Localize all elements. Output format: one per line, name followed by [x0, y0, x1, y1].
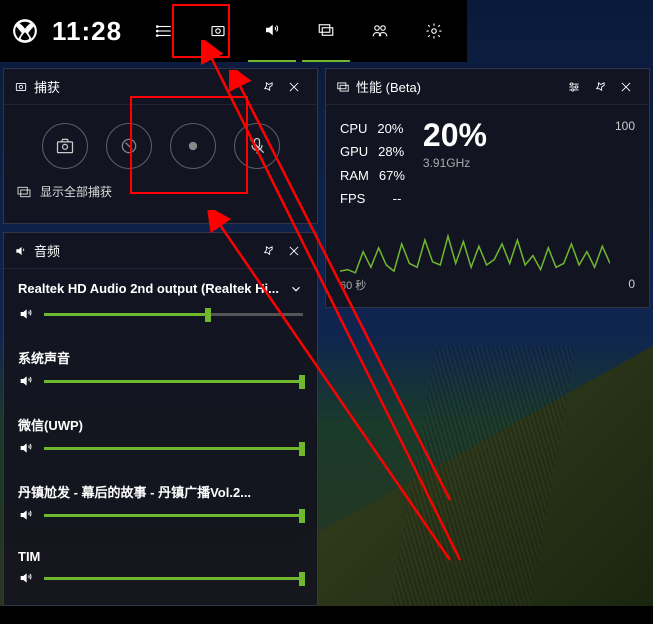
close-button[interactable]	[281, 238, 307, 264]
app-name: 系统声音	[18, 348, 303, 367]
mic-toggle-button[interactable]	[234, 123, 280, 169]
capture-icon	[14, 80, 28, 94]
app-name: 丹镇尬发 - 幕后的故事 - 丹镇广播Vol.2...	[18, 482, 303, 501]
perf-freq: 3.91GHz	[423, 156, 487, 170]
audio-icon	[14, 244, 28, 258]
output-device-selector[interactable]: Realtek HD Audio 2nd output (Realtek Hi.…	[18, 281, 303, 296]
speaker-icon	[18, 570, 34, 586]
performance-icon	[336, 80, 350, 94]
performance-widget-button[interactable]	[302, 0, 350, 62]
screenshot-button[interactable]	[42, 123, 88, 169]
chart-y-min: 0	[628, 277, 635, 291]
capture-title: 捕获	[34, 77, 255, 96]
performance-widget: 性能 (Beta) CPU20% GPU28% RAM67% FPS-- 20%…	[325, 68, 650, 308]
capture-widget-button[interactable]	[194, 0, 242, 62]
perf-main-value: 20%	[423, 117, 487, 154]
audio-title: 音频	[34, 241, 255, 260]
xbox-logo-icon	[12, 18, 38, 44]
app-volume-slider[interactable]	[18, 373, 303, 389]
perf-chart	[340, 201, 610, 279]
speaker-icon	[18, 507, 34, 523]
app-volume-slider[interactable]	[18, 570, 303, 586]
capture-widget: 捕获 显示全部捕获	[3, 68, 318, 224]
clock: 11:28	[52, 16, 122, 47]
xbox-social-button[interactable]	[356, 0, 404, 62]
close-button[interactable]	[613, 74, 639, 100]
record-last-button[interactable]	[106, 123, 152, 169]
pin-button[interactable]	[587, 74, 613, 100]
record-button[interactable]	[170, 123, 216, 169]
perf-stats: CPU20% GPU28% RAM67% FPS--	[340, 117, 405, 211]
chart-y-max: 100	[615, 119, 635, 133]
speaker-icon	[18, 373, 34, 389]
audio-widget-button[interactable]	[248, 0, 296, 62]
app-name: TIM	[18, 549, 303, 564]
pin-button[interactable]	[255, 238, 281, 264]
widgets-menu-button[interactable]	[140, 0, 188, 62]
audio-body: Realtek HD Audio 2nd output (Realtek Hi.…	[4, 269, 317, 624]
settings-button[interactable]	[410, 0, 458, 62]
perf-options-button[interactable]	[561, 74, 587, 100]
close-button[interactable]	[281, 74, 307, 100]
master-volume-slider[interactable]	[18, 306, 303, 322]
speaker-icon	[18, 440, 34, 456]
audio-widget: 音频 Realtek HD Audio 2nd output (Realtek …	[3, 232, 318, 606]
show-all-label: 显示全部捕获	[40, 183, 112, 200]
app-name: 微信(UWP)	[18, 415, 303, 434]
show-all-captures-button[interactable]: 显示全部捕获	[16, 183, 317, 200]
chart-x-label: 60 秒	[340, 277, 366, 293]
game-bar-topbar: 11:28	[0, 0, 467, 62]
speaker-icon	[18, 306, 34, 322]
chevron-down-icon	[289, 282, 303, 296]
app-volume-slider[interactable]	[18, 507, 303, 523]
pin-button[interactable]	[255, 74, 281, 100]
performance-title: 性能 (Beta)	[356, 77, 561, 96]
app-volume-slider[interactable]	[18, 440, 303, 456]
output-device-name: Realtek HD Audio 2nd output (Realtek Hi.…	[18, 281, 281, 296]
